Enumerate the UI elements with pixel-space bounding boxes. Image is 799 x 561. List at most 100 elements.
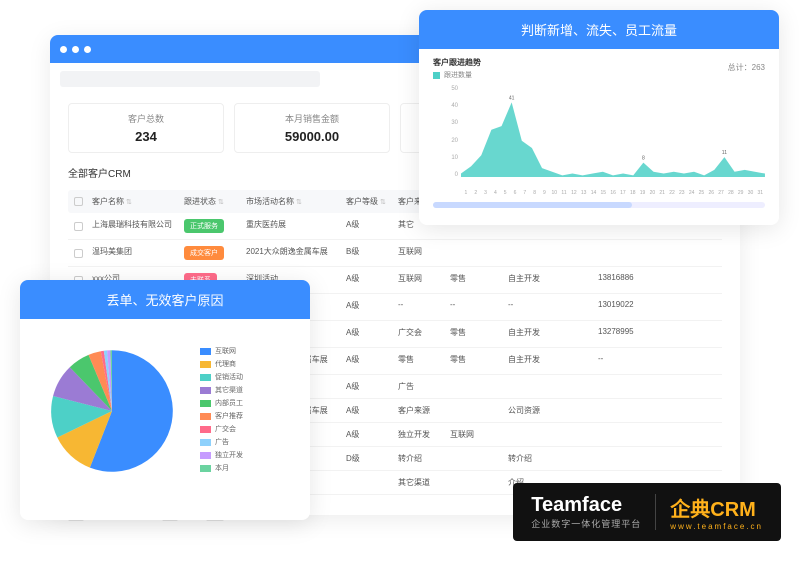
legend-item: 互联网 — [200, 346, 243, 356]
pie-chart-card: 丢单、无效客户原因 互联网代理商促销活动其它渠道内部员工客户推荐广交会广告独立开… — [20, 280, 310, 520]
stat-card: 本月销售金额 59000.00 — [234, 103, 390, 153]
select-all-checkbox[interactable] — [68, 190, 88, 213]
cell-source: 广告 — [394, 375, 446, 398]
cell — [504, 375, 594, 398]
cell-activity: 2021大众朗逸金属车展 — [242, 240, 342, 266]
stat-value: 59000.00 — [243, 129, 381, 144]
cell-status: 成交客户 — [180, 240, 242, 266]
stat-label: 客户总数 — [77, 112, 215, 125]
trend-chart-card: 判断新增、流失、员工流量 客户跟进趋势 跟进数量 总计：263 50403020… — [419, 10, 779, 225]
cell-level: A级 — [342, 375, 394, 398]
cell — [594, 375, 634, 398]
cell: 零售 — [446, 321, 504, 347]
legend-item: 独立开发 — [200, 450, 243, 460]
trend-chart-title: 判断新增、流失、员工流量 — [419, 10, 779, 49]
cell: 13816886912 — [594, 267, 634, 293]
cell-name: 上海晨瑞科技有限公司 — [88, 213, 180, 239]
th-level[interactable]: 客户等级⇅ — [342, 190, 394, 213]
cell-level: A级 — [342, 321, 394, 347]
cell — [504, 240, 594, 266]
chart-total: 总计：263 — [728, 62, 765, 73]
brand-sub: 企业数字一体化管理平台 — [531, 517, 641, 530]
svg-text:8: 8 — [642, 156, 645, 162]
cell — [446, 399, 504, 422]
legend-item: 广交会 — [200, 424, 243, 434]
cell-level: A级 — [342, 213, 394, 239]
cell-level: D级 — [342, 447, 394, 470]
cell: -- — [446, 294, 504, 320]
window-dot — [84, 46, 91, 53]
cell — [504, 423, 594, 446]
pie-chart-title: 丢单、无效客户原因 — [20, 280, 310, 319]
cell — [446, 447, 504, 470]
svg-text:41: 41 — [509, 95, 515, 101]
cell — [446, 375, 504, 398]
svg-text:11: 11 — [722, 150, 727, 156]
stat-card: 客户总数 234 — [68, 103, 224, 153]
address-bar-placeholder — [60, 71, 320, 87]
cell-status: 正式服务 — [180, 213, 242, 239]
chart-scroll[interactable] — [433, 202, 765, 208]
cell-source: 客户来源 — [394, 399, 446, 422]
area-svg: 41 8 11 — [461, 86, 765, 177]
cell: 零售 — [446, 267, 504, 293]
cell-source: 转介绍 — [394, 447, 446, 470]
cell — [446, 240, 504, 266]
table-row[interactable]: 温玛美集团 成交客户 2021大众朗逸金属车展 B级 互联网 — [68, 240, 722, 267]
cell — [446, 471, 504, 494]
cell-level: A级 — [342, 267, 394, 293]
cell — [594, 399, 634, 422]
legend-item: 客户推荐 — [200, 411, 243, 421]
cell-source: -- — [394, 294, 446, 320]
legend-item: 代理商 — [200, 359, 243, 369]
cell: 自主开发 — [504, 267, 594, 293]
cell-source: 独立开发 — [394, 423, 446, 446]
cell — [594, 423, 634, 446]
cell-source: 互联网 — [394, 240, 446, 266]
cell — [594, 447, 634, 470]
th-activity[interactable]: 市场活动名称⇅ — [242, 190, 342, 213]
y-axis: 50403020100 — [433, 86, 461, 178]
cell-source: 其它渠道 — [394, 471, 446, 494]
legend-item: 其它渠道 — [200, 385, 243, 395]
legend-item: 本月 — [200, 463, 243, 473]
cell: -- — [504, 294, 594, 320]
chart-subtitle: 客户跟进趋势 — [433, 57, 765, 68]
cell: 13278995121 — [594, 321, 634, 347]
row-checkbox[interactable] — [68, 240, 88, 266]
chart-legend: 跟进数量 — [433, 70, 765, 80]
window-dot — [72, 46, 79, 53]
th-status[interactable]: 跟进状态⇅ — [180, 190, 242, 213]
cell-level: B级 — [342, 240, 394, 266]
brand-url: www.teamface.cn — [670, 522, 763, 531]
cell-name: 温玛美集团 — [88, 240, 180, 266]
cell-level: A级 — [342, 399, 394, 422]
pie-legend: 互联网代理商促销活动其它渠道内部员工客户推荐广交会广告独立开发本月 — [200, 346, 243, 476]
area-chart: 50403020100 41 8 11 1234567891011121314151… — [433, 86, 765, 196]
stat-label: 本月销售金额 — [243, 112, 381, 125]
cell-source: 零售 — [394, 348, 446, 374]
cell: 13019022826 — [594, 294, 634, 320]
x-axis: 1234567891011121314151617181920212223242… — [461, 190, 765, 196]
brand-product: 企典CRM — [670, 493, 763, 522]
cell-level: A级 — [342, 423, 394, 446]
legend-item: 促销活动 — [200, 372, 243, 382]
cell: 公司资源 — [504, 399, 594, 422]
cell-activity: 重庆医药展 — [242, 213, 342, 239]
cell: 零售 — [446, 348, 504, 374]
cell-source: 互联网 — [394, 267, 446, 293]
pie-svg — [32, 331, 192, 491]
cell: -- — [594, 348, 634, 374]
cell: 自主开发 — [504, 321, 594, 347]
cell-level: A级 — [342, 294, 394, 320]
brand-badge: Teamface 企业数字一体化管理平台 企典CRM www.teamface.… — [513, 483, 781, 541]
window-dot — [60, 46, 67, 53]
th-customer-name[interactable]: 客户名称⇅ — [88, 190, 180, 213]
row-checkbox[interactable] — [68, 213, 88, 239]
cell-source: 广交会 — [394, 321, 446, 347]
stat-value: 234 — [77, 129, 215, 144]
legend-item: 内部员工 — [200, 398, 243, 408]
cell: 互联网 — [446, 423, 504, 446]
brand-name: Teamface — [531, 494, 641, 517]
cell: 自主开发 — [504, 348, 594, 374]
